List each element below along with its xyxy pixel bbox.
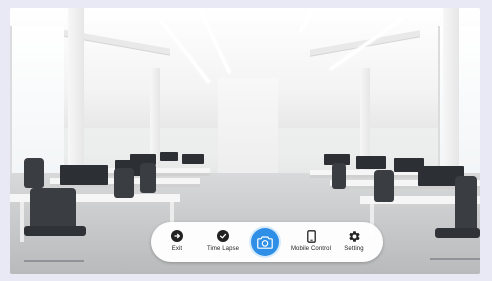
gear-icon	[347, 229, 361, 243]
monitor	[182, 154, 204, 164]
mobile-icon	[304, 229, 318, 243]
chair-base	[24, 260, 84, 262]
time-lapse-icon	[216, 229, 230, 243]
desk-leg	[20, 202, 24, 242]
mobile-control-button[interactable]: Mobile Control	[287, 222, 335, 262]
chair-base	[430, 258, 480, 260]
setting-label: Setting	[344, 246, 364, 252]
monitor	[160, 152, 178, 161]
monitor	[356, 156, 386, 169]
setting-button[interactable]: Setting	[339, 222, 369, 262]
chair-seat	[435, 228, 480, 238]
exit-button[interactable]: Exit	[163, 222, 191, 262]
chair-seat	[24, 226, 86, 236]
time-lapse-label: Time Lapse	[206, 246, 240, 252]
office-chair	[114, 168, 134, 198]
office-chair	[374, 170, 394, 202]
office-chair	[24, 158, 44, 188]
office-chair	[332, 163, 346, 189]
office-chair	[455, 176, 477, 234]
exit-label: Exit	[171, 246, 183, 252]
time-lapse-button[interactable]: Time Lapse	[201, 222, 245, 262]
camera-icon	[257, 235, 273, 249]
camera-toolbar: Exit Time Lapse Mobile Control Setting	[151, 222, 383, 262]
back-wall	[218, 78, 278, 178]
monitor	[60, 165, 108, 185]
mobile-control-label: Mobile Control	[290, 246, 332, 252]
capture-button[interactable]	[251, 228, 279, 256]
office-chair	[140, 163, 156, 193]
exit-icon	[170, 229, 184, 243]
